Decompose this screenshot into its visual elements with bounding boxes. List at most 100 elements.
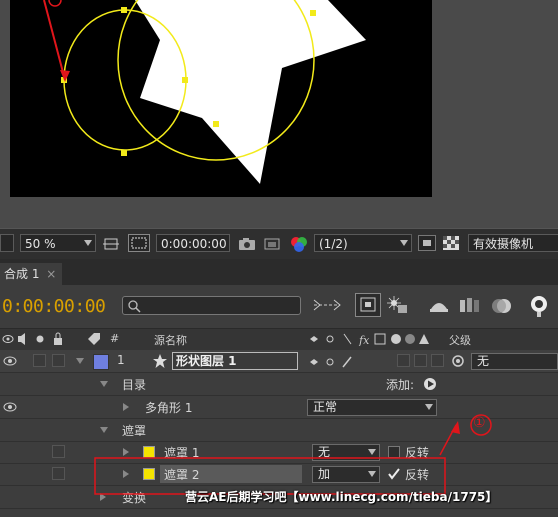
viewer-toolbar: 50 % 0:00:00:00 (1/2) 有效摄像机 [0, 228, 558, 260]
layer-name[interactable]: 形状图层 1 [172, 352, 298, 370]
polygon-blend-value: 正常 [313, 400, 338, 414]
pick-whip-icon[interactable] [451, 354, 465, 368]
polygon-blend-dropdown[interactable]: 正常 [307, 399, 437, 416]
add-play-icon[interactable] [423, 377, 437, 391]
star-icon [153, 354, 167, 368]
masks-label: 遮罩 [122, 424, 147, 438]
draft-3d-icon[interactable] [386, 295, 410, 320]
mask-1-invert-checkbox[interactable] [388, 446, 400, 458]
expand-masks-toggle[interactable] [100, 427, 108, 433]
frame-blending-icon[interactable] [458, 296, 482, 319]
composition-viewer-panel [0, 0, 558, 228]
layer-row[interactable]: 1 形状图层 1 无 [0, 350, 558, 373]
switch-box[interactable] [431, 354, 444, 367]
parent-value: 无 [477, 354, 490, 368]
lock-switch[interactable] [52, 354, 65, 367]
canvas-artwork [43, 0, 366, 184]
header-source-name[interactable]: 源名称 [154, 332, 187, 348]
motion-blur-icon[interactable] [490, 296, 514, 319]
expand-mask-2-toggle[interactable] [123, 470, 129, 478]
transform-label: 变换 [122, 491, 147, 505]
mask-color-swatch[interactable] [143, 468, 155, 480]
annotation-arrow-line [43, 0, 66, 81]
expand-contents-toggle[interactable] [100, 381, 108, 387]
resolution-dropdown[interactable]: (1/2) [314, 234, 412, 252]
fast-previews-icon[interactable] [418, 235, 436, 251]
graph-editor-icon[interactable] [527, 294, 553, 321]
search-input[interactable] [122, 296, 301, 315]
mask-2-mode-dropdown[interactable]: 加 [312, 466, 380, 483]
mask-visibility-icon[interactable] [128, 234, 150, 252]
comp-mini-flowchart-icon[interactable] [312, 297, 342, 316]
switch-box[interactable] [397, 354, 410, 367]
transparency-grid-icon[interactable] [442, 235, 460, 254]
expand-polygon-toggle[interactable] [123, 403, 129, 411]
layer-label-color[interactable] [93, 354, 109, 370]
tab-composition-1[interactable]: 合成 1 × [0, 263, 62, 285]
lock-switch[interactable] [52, 467, 65, 480]
chevron-down-icon [368, 471, 376, 477]
mask-2-invert-label: 反转 [405, 468, 430, 482]
chevron-down-icon [425, 404, 433, 410]
parent-dropdown[interactable]: 无 [471, 353, 558, 370]
layer-switch-icons[interactable] [309, 355, 359, 369]
contents-label: 目录 [122, 378, 147, 392]
mask-2-row: 遮罩 2 加 反转 [0, 463, 558, 486]
header-parent[interactable]: 父级 [449, 332, 471, 348]
switches-icons[interactable]: fx [309, 332, 439, 349]
star-shape [135, 0, 366, 184]
region-icon[interactable] [0, 234, 14, 252]
watermark-text: 营云AE后期学习吧【www.linecg.com/tieba/1775】 [185, 490, 498, 504]
eye-icon[interactable] [3, 355, 17, 367]
solo-switch[interactable] [33, 354, 46, 367]
annotation-marker: ① [473, 415, 486, 431]
channels-rgb-icon[interactable] [288, 235, 310, 256]
expand-mask-1-toggle[interactable] [123, 448, 129, 456]
search-icon [128, 300, 141, 313]
chevron-down-icon [400, 240, 408, 246]
zoom-dropdown[interactable]: 50 % [20, 234, 96, 252]
mask-2-invert-checkbox[interactable] [387, 467, 401, 481]
contents-row: 目录 添加: [0, 373, 558, 396]
mask-2-name-highlight[interactable]: 遮罩 2 [160, 465, 302, 483]
mask-2-label: 遮罩 2 [164, 468, 200, 482]
viewer-timecode: 0:00:00:00 [161, 237, 227, 251]
eye-icon[interactable] [3, 401, 17, 413]
active-camera-dropdown[interactable]: 有效摄像机 [468, 234, 558, 252]
layer-header-row: # 源名称 fx 父级 [0, 328, 558, 351]
header-number[interactable]: # [110, 332, 119, 345]
label-tag-icon[interactable] [86, 332, 102, 349]
mask-1-label: 遮罩 1 [164, 446, 200, 460]
composition-canvas[interactable] [10, 0, 432, 197]
expand-layer-toggle[interactable] [76, 358, 84, 364]
show-snapshot-icon[interactable] [264, 236, 280, 255]
mask-1-mode-dropdown[interactable]: 无 [312, 444, 380, 461]
tab-label: 合成 1 [4, 267, 40, 281]
current-time-field[interactable]: 0:00:00:00 [156, 234, 230, 252]
lock-switch[interactable] [52, 445, 65, 458]
polygon-label: 多角形 1 [145, 401, 193, 415]
mask-1-invert-label: 反转 [405, 446, 430, 460]
active-camera-value: 有效摄像机 [473, 237, 534, 251]
av-features-icons[interactable] [2, 332, 72, 349]
close-icon[interactable]: × [46, 267, 56, 281]
resolution-value: (1/2) [319, 237, 348, 251]
mask-1-mode-value: 无 [318, 445, 331, 459]
snapshot-camera-icon[interactable] [238, 236, 256, 255]
layer-number: 1 [117, 353, 125, 367]
svg-text:fx: fx [358, 334, 370, 346]
safe-zones-icon[interactable] [102, 236, 120, 255]
live-update-icon[interactable] [355, 293, 381, 317]
timeline-tab-bar [0, 259, 558, 285]
mask-color-swatch[interactable] [143, 446, 155, 458]
zoom-value: 50 % [25, 237, 56, 251]
mask-1-row: 遮罩 1 无 反转 [0, 441, 558, 464]
mask-2-mode-value: 加 [318, 467, 331, 481]
chevron-down-icon [368, 449, 376, 455]
annotation-circle-top [48, 0, 62, 7]
hide-shy-layers-icon[interactable] [428, 297, 450, 318]
switch-box[interactable] [414, 354, 427, 367]
timeline-current-time[interactable]: 0:00:00:00 [2, 296, 106, 317]
chevron-down-icon [84, 240, 92, 246]
expand-transform-toggle[interactable] [100, 493, 106, 501]
